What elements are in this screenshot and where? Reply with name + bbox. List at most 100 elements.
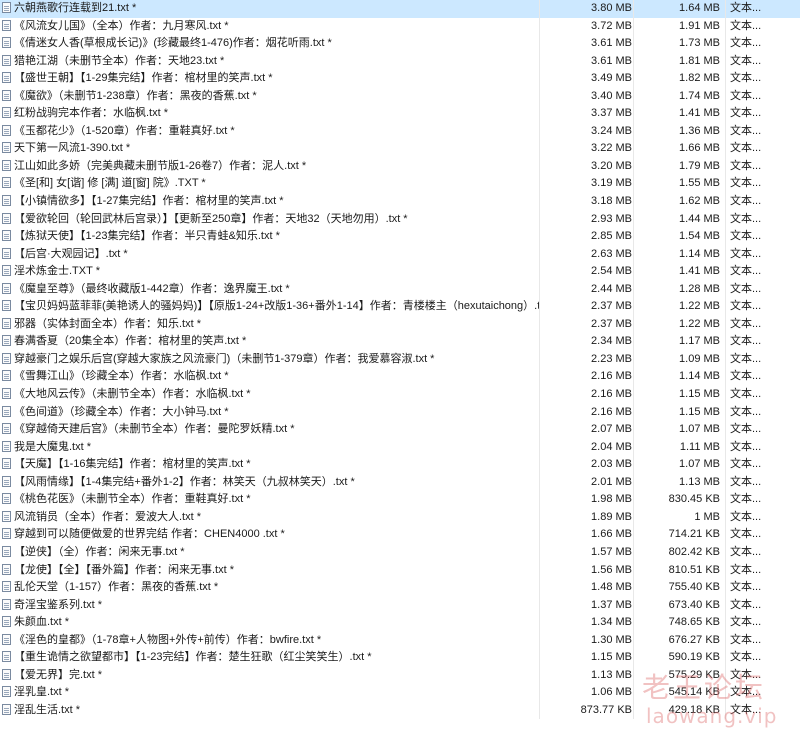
file-name-cell[interactable]: 春满香夏（20集全本）作者：棺材里的笑声.txt * xyxy=(0,333,539,351)
file-size: 3.20 MB xyxy=(591,159,632,172)
file-name-cell[interactable]: 奇淫宝鉴系列.txt * xyxy=(0,597,539,615)
file-name-cell[interactable]: 【小镇情欲多】【1-27集完结】作者：棺材里的笑声.txt * xyxy=(0,193,539,211)
file-name-cell[interactable]: 《大地风云传》（未删节全本）作者：水临枫.txt * xyxy=(0,386,539,404)
column-separator xyxy=(725,508,726,527)
file-name-cell[interactable]: 《玉都花少》（1-520章）作者：重鞋真好.txt * xyxy=(0,123,539,141)
file-row[interactable]: 《魔皇至尊》（最终收藏版1-442章）作者：逸界魔王.txt * 2.44 MB 1… xyxy=(0,280,800,299)
file-type: 文本... xyxy=(730,423,762,436)
file-row[interactable]: 淫乳皇.txt * 1.06 MB 545.14 KB 文本... xyxy=(0,684,800,702)
file-name-cell[interactable]: 淫术炼金士.TXT * xyxy=(0,263,539,281)
file-row[interactable]: 朱颜血.txt * 1.34 MB 748.65 KB 文本... xyxy=(0,614,800,632)
file-name-cell[interactable]: 【龙使】【全】【番外篇】作者：闲来无事.txt * xyxy=(0,562,539,580)
file-name-cell[interactable]: 【炼狱天使】【1-23集完结】作者：半只青蛙&知乐.txt * xyxy=(0,228,539,246)
file-row[interactable]: 邪器（实体封面全本）作者：知乐.txt * 2.37 MB 1.22 MB 文本... xyxy=(0,315,800,334)
file-row[interactable]: 乱伦天堂（1-157）作者：黑夜的香蕉.txt * 1.48 MB 755.40 K… xyxy=(0,579,800,597)
file-name-cell[interactable]: 风流销员（全本）作者：爱波大人.txt * xyxy=(0,509,539,527)
column-separator xyxy=(725,0,726,18)
file-row[interactable]: 【风雨情缘】【1-4集完结+番外1-2】作者：林笑天（九叔林笑天）.txt * 2… xyxy=(0,473,800,492)
file-row[interactable]: 【天魔】【1-16集完结】作者：棺材里的笑声.txt * 2.03 MB 1.07 … xyxy=(0,456,800,474)
file-name-cell[interactable]: 【风雨情缘】【1-4集完结+番外1-2】作者：林笑天（九叔林笑天）.txt * xyxy=(0,474,539,492)
file-row[interactable]: 我是大魔鬼.txt * 2.04 MB 1.11 MB 文本... xyxy=(0,438,800,457)
file-name-cell[interactable]: 《穿越倚天建后宫》（未删节全本）作者：曼陀罗妖精.txt * xyxy=(0,421,539,439)
file-size: 2.23 MB xyxy=(591,352,632,365)
file-row[interactable]: 穿越豪门之娱乐后宫(穿越大家族之风流豪门)（未删节1-379章）作者：我爱慕容淑… xyxy=(0,350,800,369)
file-name-cell[interactable]: 江山如此多娇（完美典藏未删节版1-26卷7）作者：泥人.txt * xyxy=(0,158,539,176)
file-size: 2.44 MB xyxy=(591,282,632,295)
file-size: 3.24 MB xyxy=(591,124,632,137)
file-name-cell[interactable]: 穿越豪门之娱乐后宫(穿越大家族之风流豪门)（未删节1-379章）作者：我爱慕容淑… xyxy=(0,351,539,369)
file-name-cell[interactable]: 《魔欲》（未删节1-238章）作者：黑夜的香蕉.txt * xyxy=(0,88,539,106)
file-name-cell[interactable]: 《圣[和] 女[谐] 修 [满] 道[窗] 院》.TXT * xyxy=(0,175,539,193)
file-row[interactable]: 穿越到可以随便做爱的世界完结 作者：CHEN4000 .txt * 1.66 MB… xyxy=(0,526,800,544)
file-name-cell[interactable]: 【天魔】【1-16集完结】作者：棺材里的笑声.txt * xyxy=(0,456,539,474)
file-name-cell[interactable]: 穿越到可以随便做爱的世界完结 作者：CHEN4000 .txt * xyxy=(0,526,539,544)
file-name-cell[interactable]: 淫乳皇.txt * xyxy=(0,684,539,702)
file-row[interactable]: 奇淫宝鉴系列.txt * 1.37 MB 673.40 KB 文本... xyxy=(0,596,800,615)
file-name-cell[interactable]: 《风流女儿国》（全本）作者：九月寒风.txt * xyxy=(0,18,539,36)
file-row[interactable]: 春满香夏（20集全本）作者：棺材里的笑声.txt * 2.34 MB 1.17 MB… xyxy=(0,333,800,351)
file-row[interactable]: 六朝燕歌行连载到21.txt * 3.80 MB 1.64 MB 文本... xyxy=(0,0,800,18)
file-row[interactable]: 【后宫·大观园记】.txt * 2.63 MB 1.14 MB 文本... xyxy=(0,245,800,264)
file-name: 穿越到可以随便做爱的世界完结 作者：CHEN4000 .txt * xyxy=(14,528,285,541)
file-name-cell[interactable]: 淫乱生活.txt * xyxy=(0,702,539,720)
compressed-size: 1.22 MB xyxy=(679,317,720,330)
file-row[interactable]: 《淫色的皇都》（1-78章+人物图+外传+前传）作者：bwfire.txt * 1… xyxy=(0,631,800,650)
file-row[interactable]: 天下第一风流1-390.txt * 3.22 MB 1.66 MB 文本... xyxy=(0,140,800,158)
file-row[interactable]: 【爱欲轮回（轮回武林后宫录）】【更新至250章】作者：天地32（天地勿用）.tx… xyxy=(0,210,800,229)
file-name-cell[interactable]: 《魔皇至尊》（最终收藏版1-442章）作者：逸界魔王.txt * xyxy=(0,281,539,299)
file-row[interactable]: 【炼狱天使】【1-23集完结】作者：半只青蛙&知乐.txt * 2.85 MB 1.… xyxy=(0,228,800,246)
file-row[interactable]: 风流销员（全本）作者：爱波大人.txt * 1.89 MB 1 MB 文本... xyxy=(0,508,800,527)
compressed-size: 1.62 MB xyxy=(679,195,720,208)
text-file-icon xyxy=(2,545,11,557)
file-name-cell[interactable]: 【盛世王朝】【1-29集完结】作者：棺材里的笑声.txt * xyxy=(0,70,539,88)
file-row[interactable]: 《魔欲》（未删节1-238章）作者：黑夜的香蕉.txt * 3.40 MB 1.74… xyxy=(0,87,800,106)
file-name-cell[interactable]: 天下第一风流1-390.txt * xyxy=(0,140,539,158)
file-row[interactable]: 《桃色花医》（未删节全本）作者：重鞋真好.txt * 1.98 MB 830.45 … xyxy=(0,491,800,509)
file-name-cell[interactable]: 我是大魔鬼.txt * xyxy=(0,439,539,457)
column-separator xyxy=(725,403,726,422)
file-row[interactable]: 【龙使】【全】【番外篇】作者：闲来无事.txt * 1.56 MB 810.51 K… xyxy=(0,561,800,580)
file-name-cell[interactable]: 《倩迷女人香(草根成长记)》(珍藏最终1-476)作者：烟花听雨.txt * xyxy=(0,35,539,53)
file-name-cell[interactable]: 【重生诡情之欲望都市】【1-23完结】作者：楚生狂歌（红尘笑笑生）.txt * xyxy=(0,649,539,667)
file-name-cell[interactable]: 六朝燕歌行连载到21.txt * xyxy=(0,0,539,18)
file-row[interactable]: 《穿越倚天建后宫》（未删节全本）作者：曼陀罗妖精.txt * 2.07 MB 1.0… xyxy=(0,421,800,439)
file-row[interactable]: 【重生诡情之欲望都市】【1-23完结】作者：楚生狂歌（红尘笑笑生）.txt * 1… xyxy=(0,649,800,667)
file-row[interactable]: 《风流女儿国》（全本）作者：九月寒风.txt * 3.72 MB 1.91 MB 文本… xyxy=(0,17,800,36)
file-row[interactable]: 《圣[和] 女[谐] 修 [满] 道[窗] 院》.TXT * 3.19 MB 1.5… xyxy=(0,175,800,194)
file-row[interactable]: 【盛世王朝】【1-29集完结】作者：棺材里的笑声.txt * 3.49 MB 1.8… xyxy=(0,70,800,88)
file-size: 2.07 MB xyxy=(591,423,632,436)
file-row[interactable]: 《色间道》（珍藏全本）作者：大小钟马.txt * 2.16 MB 1.15 MB 文本… xyxy=(0,403,800,422)
compressed-size: 830.45 KB xyxy=(668,493,720,506)
file-name-cell[interactable]: 【后宫·大观园记】.txt * xyxy=(0,246,539,264)
file-name: 【宝贝妈妈蓝菲菲(美艳诱人的骚妈妈)】【原版1-24+改版1-36+番外1-14… xyxy=(14,300,539,313)
column-separator xyxy=(725,684,726,702)
file-name-cell[interactable]: 《色间道》（珍藏全本）作者：大小钟马.txt * xyxy=(0,404,539,422)
file-size: 2.01 MB xyxy=(591,475,632,488)
file-name-cell[interactable]: 邪器（实体封面全本）作者：知乐.txt * xyxy=(0,316,539,334)
file-row[interactable]: 《大地风云传》（未删节全本）作者：水临枫.txt * 2.16 MB 1.15 MB… xyxy=(0,386,800,404)
file-name-cell[interactable]: 【爱欲轮回（轮回武林后宫录）】【更新至250章】作者：天地32（天地勿用）.tx… xyxy=(0,211,539,229)
file-name-cell[interactable]: 猎艳江湖（未删节全本）作者：天地23.txt * xyxy=(0,53,539,71)
file-name-cell[interactable]: 《淫色的皇都》（1-78章+人物图+外传+前传）作者：bwfire.txt * xyxy=(0,632,539,650)
file-row[interactable]: 江山如此多娇（完美典藏未删节版1-26卷7）作者：泥人.txt * 3.20 MB… xyxy=(0,157,800,176)
file-row[interactable]: 淫乱生活.txt * 873.77 KB 429.18 KB 文本... xyxy=(0,701,800,720)
file-name-cell[interactable]: 【宝贝妈妈蓝菲菲(美艳诱人的骚妈妈)】【原版1-24+改版1-36+番外1-14… xyxy=(0,298,539,316)
file-row[interactable]: 【小镇情欲多】【1-27集完结】作者：棺材里的笑声.txt * 3.18 MB 1.… xyxy=(0,193,800,211)
file-name-cell[interactable]: 《雪舞江山》（珍藏全本）作者：水临枫.txt * xyxy=(0,368,539,386)
file-row[interactable]: 【爱无界】完.txt * 1.13 MB 575.29 KB 文本... xyxy=(0,666,800,685)
file-name-cell[interactable]: 《桃色花医》（未删节全本）作者：重鞋真好.txt * xyxy=(0,491,539,509)
file-name-cell[interactable]: 【爱无界】完.txt * xyxy=(0,667,539,685)
file-name-cell[interactable]: 朱颜血.txt * xyxy=(0,614,539,632)
file-name: 《桃色花医》（未删节全本）作者：重鞋真好.txt * xyxy=(14,493,251,506)
file-name-cell[interactable]: 红粉战驹完本作者：水临枫.txt * xyxy=(0,105,539,123)
file-row[interactable]: 《雪舞江山》（珍藏全本）作者：水临枫.txt * 2.16 MB 1.14 MB 文本… xyxy=(0,368,800,387)
file-row[interactable]: 红粉战驹完本作者：水临枫.txt * 3.37 MB 1.41 MB 文本... xyxy=(0,105,800,123)
file-row[interactable]: 【宝贝妈妈蓝菲菲(美艳诱人的骚妈妈)】【原版1-24+改版1-36+番外1-14… xyxy=(0,298,800,316)
file-name-cell[interactable]: 乱伦天堂（1-157）作者：黑夜的香蕉.txt * xyxy=(0,579,539,597)
file-name-cell[interactable]: 【逆侠】（全）作者：闲来无事.txt * xyxy=(0,544,539,562)
file-row[interactable]: 【逆侠】（全）作者：闲来无事.txt * 1.57 MB 802.42 KB 文本..… xyxy=(0,543,800,562)
file-row[interactable]: 猎艳江湖（未删节全本）作者：天地23.txt * 3.61 MB 1.81 MB 文本… xyxy=(0,52,800,71)
file-row[interactable]: 淫术炼金士.TXT * 2.54 MB 1.41 MB 文本... xyxy=(0,263,800,281)
file-row[interactable]: 《倩迷女人香(草根成长记)》(珍藏最终1-476)作者：烟花听雨.txt * 3.… xyxy=(0,35,800,53)
file-row[interactable]: 《玉都花少》（1-520章）作者：重鞋真好.txt * 3.24 MB 1.36 M… xyxy=(0,122,800,141)
